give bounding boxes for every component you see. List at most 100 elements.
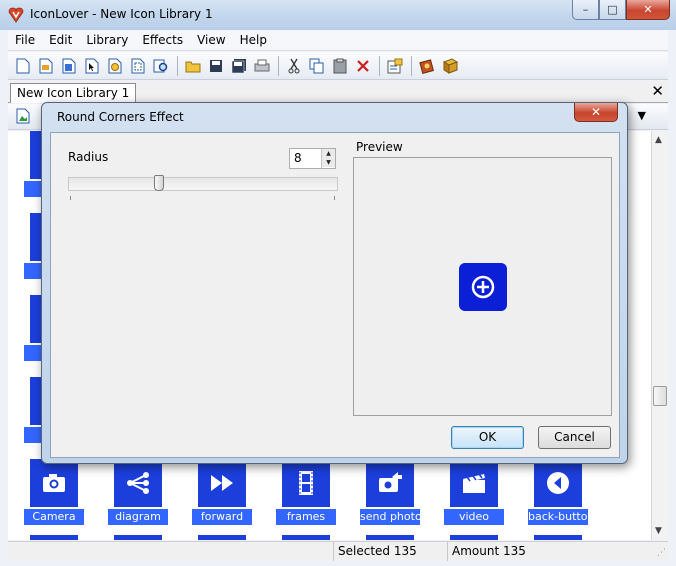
icon-tile-frames[interactable]: frames	[276, 459, 336, 529]
preview-pane	[353, 157, 612, 416]
properties-button[interactable]	[384, 55, 406, 77]
icon-thumbnail	[366, 459, 414, 507]
document-tab-strip: New Icon Library 1 ✕	[8, 81, 668, 103]
dialog-close-button[interactable]: ✕	[574, 103, 618, 122]
save-button[interactable]	[205, 55, 227, 77]
icon-label: send photo	[360, 509, 420, 525]
close-window-button[interactable]: ✕	[626, 0, 670, 20]
icon-thumbnail	[30, 535, 78, 540]
icon-thumbnail	[366, 535, 414, 540]
print-icon	[254, 59, 270, 71]
save-all-icon	[231, 58, 246, 73]
radius-slider[interactable]	[68, 175, 338, 191]
paste-icon	[333, 58, 347, 73]
cut-button[interactable]	[283, 55, 305, 77]
icon-thumbnail	[198, 535, 246, 540]
slider-tick	[70, 196, 71, 200]
open-folder-icon	[185, 61, 201, 72]
close-tab-icon[interactable]: ✕	[651, 82, 664, 100]
icon-tile-video[interactable]: video	[444, 459, 504, 529]
icon-label: back-button	[528, 509, 588, 525]
scroll-up-arrow-icon[interactable]: ▲	[655, 135, 662, 145]
menu-library[interactable]: Library	[79, 33, 135, 47]
fast-forward-icon	[211, 475, 233, 491]
ok-button[interactable]: OK	[451, 426, 524, 449]
new-image-icon	[39, 58, 53, 73]
icon-thumbnail	[198, 459, 246, 507]
icon-label: forward	[192, 509, 252, 525]
radius-value[interactable]: 8	[294, 151, 302, 165]
scrollbar-thumb[interactable]	[653, 386, 667, 406]
icon-thumbnail	[450, 459, 498, 507]
menu-effects[interactable]: Effects	[135, 33, 190, 47]
icon-tile-forward[interactable]: forward	[192, 459, 252, 529]
dialog-body: Radius 8 ▲ ▼ Preview OK Cancel	[50, 132, 620, 458]
save-icon	[210, 59, 222, 72]
new-image-button[interactable]	[35, 55, 57, 77]
slider-tick	[334, 196, 335, 200]
open-folder-button[interactable]	[182, 55, 204, 77]
main-toolbar	[8, 52, 668, 80]
preview-label: Preview	[356, 140, 403, 154]
menu-help[interactable]: Help	[233, 33, 274, 47]
icon-tile-camera[interactable]: Camera	[24, 459, 84, 529]
cancel-button[interactable]: Cancel	[538, 426, 611, 449]
radius-slider-thumb[interactable]	[154, 175, 164, 191]
icon-tile-back-button[interactable]: back-button	[528, 459, 588, 529]
find-button[interactable]	[150, 55, 172, 77]
plus-circle-icon	[471, 275, 495, 299]
new-library-button[interactable]	[58, 55, 80, 77]
preview-icon	[459, 263, 507, 311]
camera-icon	[43, 474, 65, 492]
icon-tile-diagram[interactable]: diagram	[108, 459, 168, 529]
copy-button[interactable]	[306, 55, 328, 77]
icon-thumbnail	[534, 459, 582, 507]
radius-spinbox[interactable]: 8 ▲ ▼	[289, 148, 336, 169]
scroll-down-arrow-icon[interactable]: ▼	[655, 526, 662, 536]
new-library-icon	[62, 58, 76, 73]
library-browse-button[interactable]	[416, 55, 438, 77]
book-icon	[442, 57, 458, 74]
toolbar-overflow-chevron-icon[interactable]: ▼	[638, 109, 646, 122]
clock-file-icon	[108, 58, 122, 73]
clapperboard-icon	[463, 473, 485, 493]
menu-edit[interactable]: Edit	[42, 33, 79, 47]
menu-file[interactable]: File	[8, 33, 42, 47]
icon-thumbnail	[282, 535, 330, 540]
send-photo-icon	[379, 472, 402, 492]
save-all-button[interactable]	[228, 55, 250, 77]
print-button[interactable]	[251, 55, 273, 77]
spin-up-icon[interactable]: ▲	[322, 149, 335, 158]
icon-thumbnail	[114, 535, 162, 540]
status-amount: Amount 135	[447, 542, 653, 561]
properties-icon	[387, 58, 403, 73]
capture-button[interactable]	[127, 55, 149, 77]
maximize-button[interactable]: □	[599, 0, 626, 20]
radius-label: Radius	[68, 150, 109, 164]
resize-grip-icon[interactable]: ⋰	[657, 548, 666, 558]
icon-label: video	[444, 509, 504, 525]
status-bar: Selected 135 Amount 135 ⋰	[8, 541, 668, 561]
minimize-button[interactable]: –	[572, 0, 599, 20]
paste-button[interactable]	[329, 55, 351, 77]
vertical-scrollbar[interactable]: ▲ ▼	[651, 131, 668, 540]
icon-thumbnail	[282, 459, 330, 507]
spin-down-icon[interactable]: ▼	[322, 158, 335, 167]
icon-label: Camera	[24, 509, 84, 525]
open-icon-button[interactable]	[81, 55, 103, 77]
book-button[interactable]	[439, 55, 461, 77]
icon-tile-send-photo[interactable]: send photo	[360, 459, 420, 529]
recent-button[interactable]	[104, 55, 126, 77]
status-selected: Selected 135	[333, 542, 447, 561]
menu-bar: File Edit Library Effects View Help	[8, 30, 668, 51]
menu-view[interactable]: View	[190, 33, 232, 47]
iconlover-app-icon	[8, 7, 24, 23]
image-file-icon[interactable]	[16, 108, 30, 124]
cursor-file-icon	[85, 58, 99, 73]
icon-thumbnail	[30, 459, 78, 507]
dialog-title: Round Corners Effect	[57, 110, 184, 124]
window-title: IconLover - New Icon Library 1	[30, 7, 213, 21]
new-icon-button[interactable]	[12, 55, 34, 77]
delete-button[interactable]	[352, 55, 374, 77]
tab-new-icon-library-1[interactable]: New Icon Library 1	[10, 83, 137, 103]
